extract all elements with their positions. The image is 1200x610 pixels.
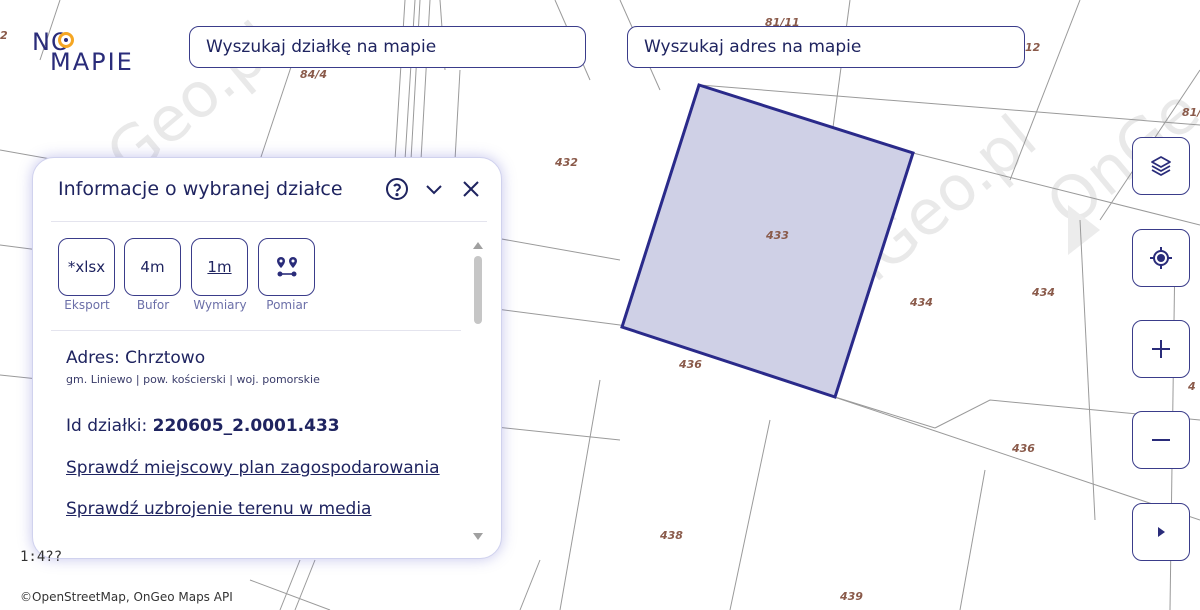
plot-label: 434 bbox=[1031, 286, 1055, 299]
plot-label: 439 bbox=[839, 590, 863, 603]
plot-label: 84/4 bbox=[300, 68, 327, 81]
dimensions-label: Wymiary bbox=[193, 298, 247, 312]
dimensions-value: 1m bbox=[207, 258, 232, 276]
measure-pins-icon bbox=[276, 257, 297, 277]
zoning-plan-link[interactable]: Sprawdź miejscowy plan zagospodarowania bbox=[66, 458, 440, 478]
plot-label: 12 bbox=[1025, 41, 1041, 54]
plot-label: 436 bbox=[1011, 442, 1035, 455]
measure-button[interactable] bbox=[258, 238, 315, 296]
buffer-label: Bufor bbox=[136, 298, 170, 312]
close-button[interactable] bbox=[457, 175, 485, 203]
minus-icon bbox=[1152, 439, 1170, 441]
plot-id-value: 220605_2.0001.433 bbox=[152, 416, 340, 436]
search-plot-box[interactable] bbox=[189, 26, 586, 68]
dimensions-button[interactable]: 1m bbox=[191, 238, 248, 296]
search-address-input[interactable] bbox=[642, 36, 1010, 58]
help-button[interactable] bbox=[383, 175, 411, 203]
plot-id: Id działki: 220605_2.0001.433 bbox=[66, 416, 340, 436]
export-value: *xlsx bbox=[67, 258, 106, 276]
close-icon bbox=[463, 181, 479, 197]
zoom-in-button[interactable] bbox=[1132, 320, 1190, 378]
search-plot-input[interactable] bbox=[204, 36, 571, 58]
chevron-down-icon bbox=[426, 185, 442, 195]
plot-label: 4 bbox=[1187, 380, 1196, 393]
measure-label: Pomiar bbox=[266, 298, 308, 312]
collapse-button[interactable] bbox=[420, 175, 448, 203]
map-scale: 1:4?? bbox=[20, 549, 63, 565]
map-attribution[interactable]: ©OpenStreetMap, OnGeo Maps API bbox=[20, 590, 233, 604]
expand-button[interactable] bbox=[1132, 503, 1190, 561]
plot-label: 2 bbox=[0, 29, 8, 42]
address-subtitle: gm. Liniewo | pow. kościerski | woj. pom… bbox=[66, 373, 320, 386]
location-pin-icon bbox=[58, 32, 74, 48]
utilities-link[interactable]: Sprawdź uzbrojenie terenu w media bbox=[66, 499, 371, 519]
plot-label: 432 bbox=[554, 156, 578, 169]
buffer-button[interactable]: 4m bbox=[124, 238, 181, 296]
scrollbar-thumb[interactable] bbox=[474, 256, 482, 324]
crosshair-icon bbox=[1150, 247, 1172, 269]
panel-title: Informacje o wybranej działce bbox=[58, 178, 343, 200]
plot-label: 434 bbox=[909, 296, 933, 309]
plot-info-panel: Informacje o wybranej działce *xlsx Eksp… bbox=[32, 157, 502, 559]
plus-icon bbox=[1152, 340, 1170, 358]
export-button[interactable]: *xlsx bbox=[58, 238, 115, 296]
export-label: Eksport bbox=[64, 298, 110, 312]
layers-button[interactable] bbox=[1132, 137, 1190, 195]
plot-label: 81/ bbox=[1182, 106, 1200, 119]
plot-label: 438 bbox=[659, 529, 683, 542]
help-icon bbox=[386, 178, 408, 200]
ruler-icon: 1m bbox=[207, 258, 231, 276]
scroll-down-arrow[interactable] bbox=[473, 533, 483, 540]
logo-line2: MAPIE bbox=[50, 48, 134, 76]
search-address-box[interactable] bbox=[627, 26, 1025, 68]
locate-button[interactable] bbox=[1132, 229, 1190, 287]
divider bbox=[51, 221, 487, 222]
buffer-value: 4m bbox=[140, 258, 165, 276]
layers-icon bbox=[1151, 156, 1171, 176]
logo[interactable]: NO MAPIE bbox=[32, 28, 162, 78]
address-title: Adres: Chrztowo bbox=[66, 348, 206, 368]
scroll-up-arrow[interactable] bbox=[473, 242, 483, 249]
plot-label: 433 bbox=[765, 229, 789, 242]
zoom-out-button[interactable] bbox=[1132, 411, 1190, 469]
divider bbox=[51, 330, 461, 331]
caret-right-icon bbox=[1158, 527, 1165, 537]
plot-label: 436 bbox=[678, 358, 702, 371]
plot-id-label: Id działki: bbox=[66, 416, 148, 436]
